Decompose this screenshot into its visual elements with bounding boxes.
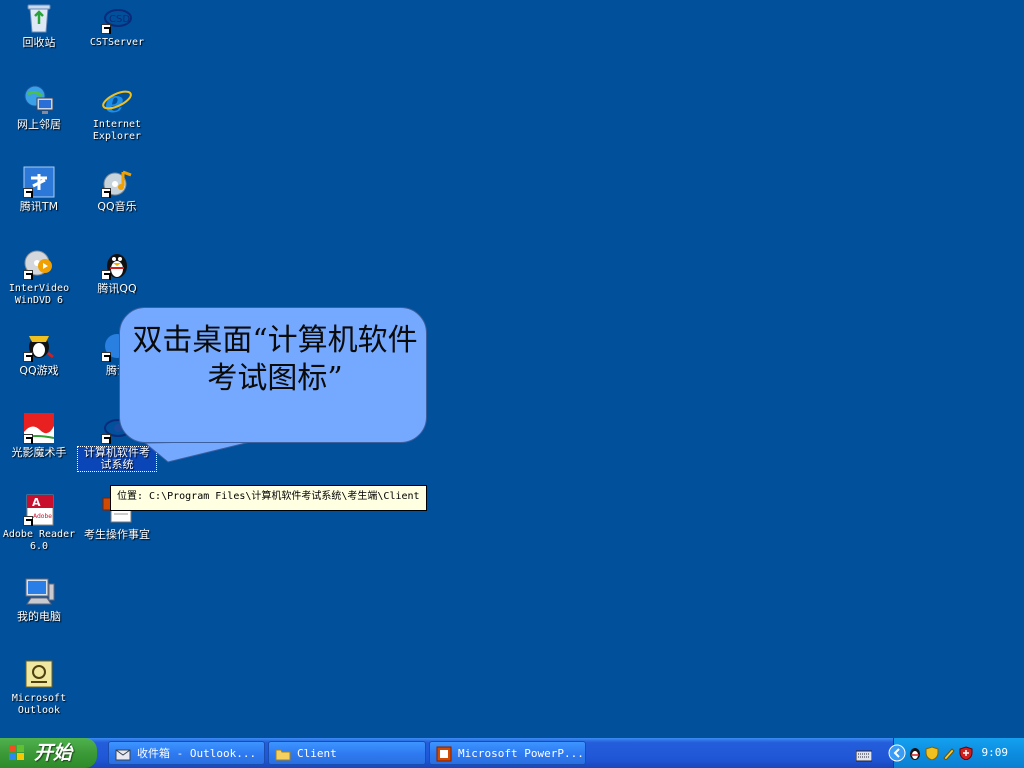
desktop-icon-adobe-reader[interactable]: A Adobe Adobe Reader 6.0 — [0, 494, 78, 553]
desktop-icon-label: 考生操作事宜 — [84, 528, 150, 541]
start-label: 开始 — [34, 742, 73, 764]
antivirus-shield-icon[interactable] — [959, 745, 973, 761]
powerpoint-icon — [436, 746, 452, 762]
shortcut-arrow-icon — [23, 516, 33, 526]
taskbar-item-label: Microsoft PowerP... — [458, 747, 584, 760]
outlook-icon — [23, 658, 55, 690]
svg-text:Adobe: Adobe — [33, 513, 52, 520]
chevron-left-icon[interactable] — [888, 744, 906, 762]
callout-text: 双击桌面“计算机软件考试图标” — [132, 323, 418, 396]
location-tooltip: 位置: C:\Program Files\计算机软件考试系统\考生端\Clien… — [110, 485, 427, 511]
qq-tray-icon[interactable] — [908, 745, 922, 760]
outlook-inbox-icon — [115, 746, 131, 762]
my-computer-icon — [23, 576, 55, 608]
system-tray: 9:09 — [888, 738, 1024, 768]
adobe-reader-icon: A Adobe — [23, 494, 55, 526]
svg-text:A: A — [32, 496, 41, 509]
desktop-icon-label: Microsoft Outlook — [11, 693, 67, 716]
taskbar-item-powerpoint[interactable]: Microsoft PowerP... — [429, 741, 586, 765]
desktop-icon-microsoft-outlook[interactable]: Microsoft Outlook — [0, 658, 78, 717]
tray-clock[interactable]: 9:09 — [982, 738, 1009, 768]
taskbar-item-label: 收件箱 - Outlook... — [137, 747, 257, 760]
desktop-icon-label: 我的电脑 — [17, 610, 61, 623]
taskbar-item-label: Client — [297, 747, 337, 760]
desktop-icon-my-computer[interactable]: 我的电脑 — [0, 576, 78, 623]
taskbar-item-client-folder[interactable]: Client — [268, 741, 426, 765]
keyboard-icon[interactable] — [855, 747, 873, 762]
taskbar: 开始 收件箱 - Outlook... Client Microsoft Pow… — [0, 738, 1024, 768]
desktop-icon-label: Adobe Reader 6.0 — [2, 529, 76, 552]
windows-flag-icon — [9, 745, 25, 761]
pencil-tool-icon[interactable] — [942, 745, 956, 761]
folder-icon — [275, 746, 291, 762]
taskbar-item-outlook-inbox[interactable]: 收件箱 - Outlook... — [108, 741, 265, 765]
security-shield-icon[interactable] — [925, 745, 939, 761]
start-button[interactable]: 开始 — [0, 738, 97, 768]
